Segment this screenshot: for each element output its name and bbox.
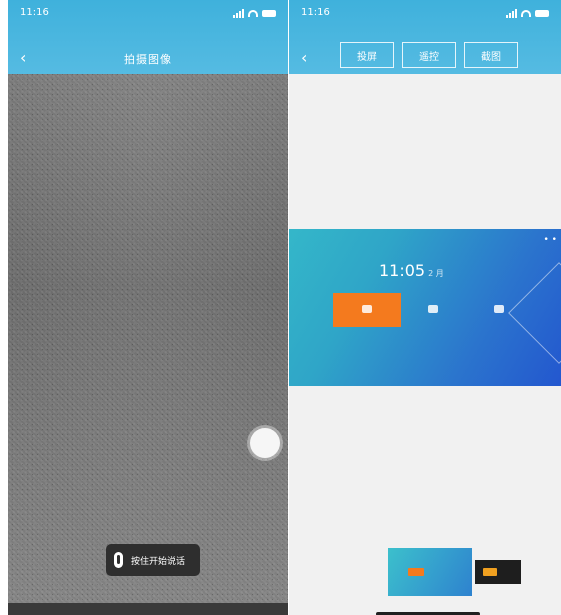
banner-button-2[interactable] [399, 293, 467, 327]
status-time: 11:16 [301, 7, 330, 18]
screenshot-thumbnail-2[interactable] [475, 560, 521, 584]
wifi-icon [248, 10, 258, 17]
camera-preview[interactable]: 按住开始说话 [8, 74, 288, 604]
tab-bar: 投屏 遥控 截图 [340, 42, 518, 68]
tab-screenshot[interactable]: 截图 [464, 42, 518, 68]
page-title: 拍摄图像 [124, 53, 172, 66]
thumbnail-badge [408, 568, 424, 576]
device-banner: • • 11:05 2 月 [289, 229, 561, 386]
signal-icon [233, 9, 244, 18]
app-icon [494, 304, 504, 313]
back-icon[interactable]: ‹ [301, 50, 307, 66]
app-icon [428, 304, 438, 313]
control-header: 11:16 ‹ 投屏 遥控 截图 [289, 0, 561, 74]
camera-texture [8, 74, 288, 604]
status-icons [233, 9, 276, 18]
banner-button-3[interactable] [465, 293, 533, 327]
shutter-button[interactable] [250, 428, 280, 458]
battery-icon [262, 10, 276, 17]
app-icon [362, 304, 372, 313]
status-bar: 11:16 [301, 7, 549, 23]
banner-dots: • • [543, 235, 557, 245]
wifi-icon [521, 10, 531, 17]
microphone-icon [114, 552, 123, 568]
banner-button-1[interactable] [333, 293, 401, 327]
thumbnail-badge [483, 568, 497, 576]
control-screen: 11:16 ‹ 投屏 遥控 截图 • • 11:05 2 月 [289, 0, 561, 615]
banner-time-value: 11:05 [379, 261, 426, 280]
camera-screen: 11:16 ‹ 拍摄图像 按住开始说话 [8, 0, 288, 615]
battery-icon [535, 10, 549, 17]
status-time: 11:16 [20, 7, 49, 18]
screenshot-thumbnail[interactable] [388, 548, 472, 596]
voice-button-label: 按住开始说话 [131, 556, 186, 567]
banner-time-suffix: 2 月 [428, 269, 444, 278]
camera-header: 11:16 ‹ 拍摄图像 [8, 0, 288, 74]
status-icons [506, 9, 549, 18]
status-bar: 11:16 [20, 7, 276, 23]
tab-remote[interactable]: 遥控 [402, 42, 456, 68]
voice-button[interactable]: 按住开始说话 [106, 544, 200, 576]
signal-icon [506, 9, 517, 18]
banner-time: 11:05 2 月 [379, 261, 444, 280]
navigation-bar [8, 603, 288, 615]
tab-cast[interactable]: 投屏 [340, 42, 394, 68]
